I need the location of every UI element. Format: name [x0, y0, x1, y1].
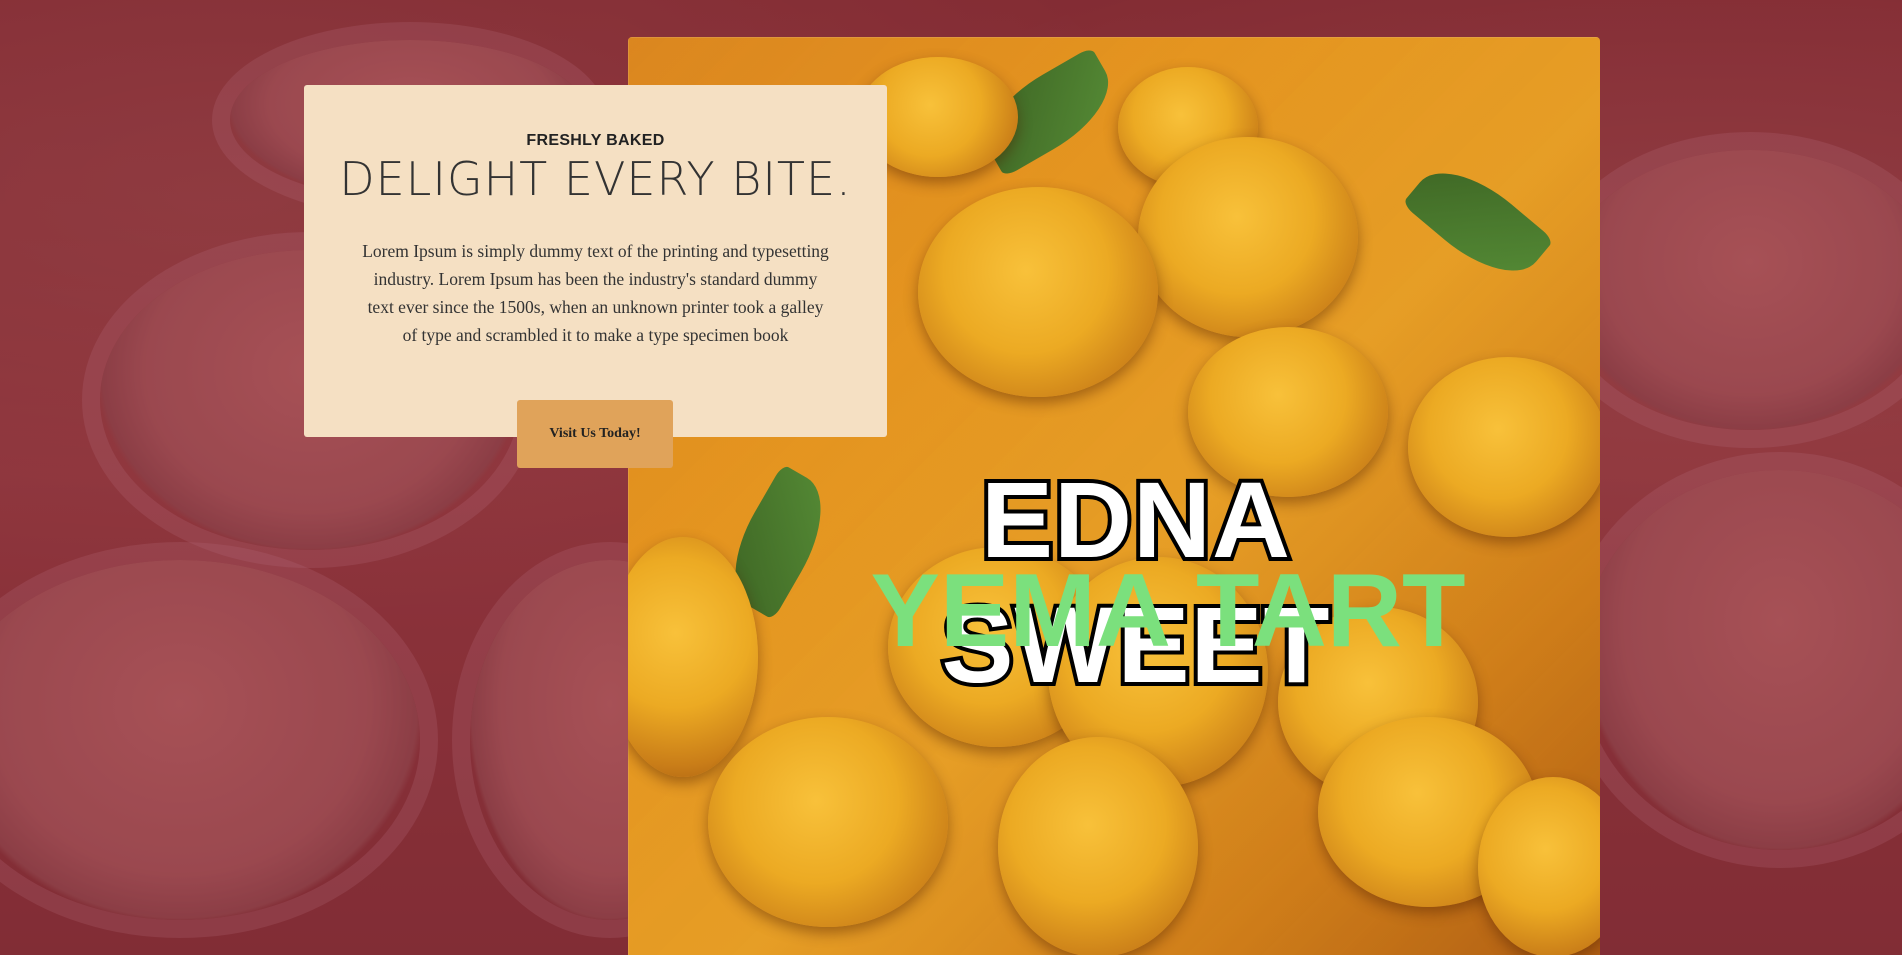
- hero-card: FRESHLY BAKED DELIGHT EVERY BITE. Lorem …: [304, 85, 887, 437]
- hero-headline: DELIGHT EVERY BITE.: [339, 152, 852, 206]
- tart: [998, 737, 1198, 955]
- tart: [708, 717, 948, 927]
- tart: [1138, 137, 1358, 337]
- hero-body: Lorem Ipsum is simply dummy text of the …: [362, 241, 829, 345]
- hero-eyebrow: FRESHLY BAKED: [526, 132, 665, 149]
- visit-us-button[interactable]: Visit Us Today!: [517, 400, 673, 468]
- image-title-line2: YEMA TART: [870, 553, 1466, 669]
- tart: [918, 187, 1158, 397]
